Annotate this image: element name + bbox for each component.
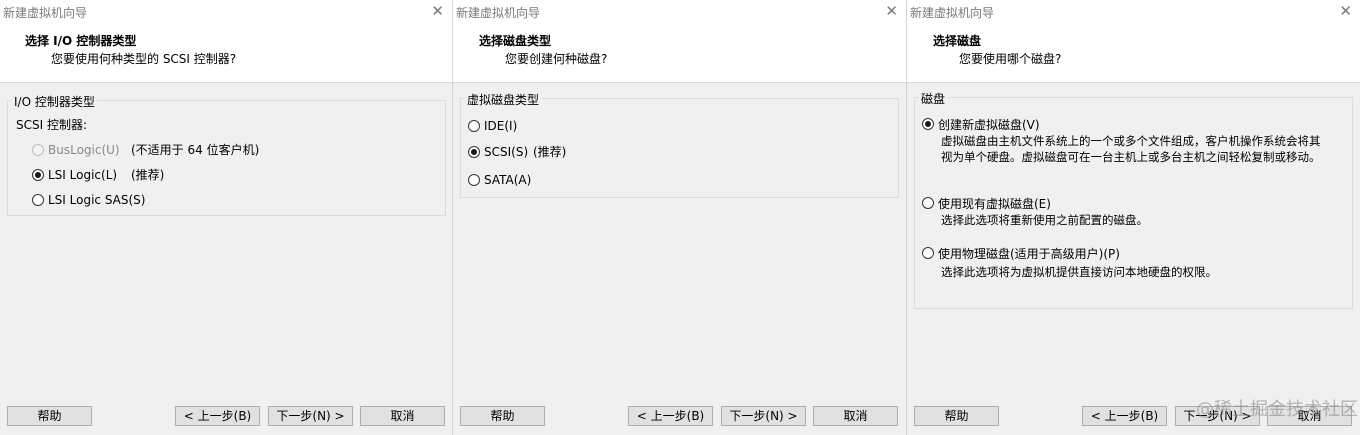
radio-existing-disk-label[interactable]: 使用现有虚拟磁盘(E)	[938, 195, 1051, 212]
wizard-window-select-disk: 新建虚拟机向导 ✕ 选择磁盘 您要使用哪个磁盘? 磁盘 创建新虚拟磁盘(V) 虚…	[907, 0, 1360, 435]
help-button[interactable]: 帮助	[460, 406, 545, 426]
next-button[interactable]: 下一步(N) >	[268, 406, 353, 426]
wizard-header: 选择磁盘 您要使用哪个磁盘?	[907, 23, 1360, 83]
wizard-window-disk-type: 新建虚拟机向导 ✕ 选择磁盘类型 您要创建何种磁盘? 虚拟磁盘类型 IDE(I)…	[453, 0, 907, 435]
radio-sata[interactable]	[468, 174, 480, 186]
radio-lsi-logic-sas-label[interactable]: LSI Logic SAS(S)	[48, 193, 145, 207]
group-label: I/O 控制器类型	[12, 93, 97, 110]
page-title: 选择磁盘类型	[479, 34, 552, 48]
watermark: @稀土掘金技术社区	[1196, 399, 1358, 420]
radio-scsi[interactable]	[468, 146, 480, 158]
cancel-button[interactable]: 取消	[813, 406, 898, 426]
radio-ide[interactable]	[468, 120, 480, 132]
wizard-header: 选择磁盘类型 您要创建何种磁盘?	[453, 23, 906, 83]
page-subtitle: 您要使用哪个磁盘?	[959, 52, 1062, 66]
close-icon[interactable]: ✕	[885, 2, 898, 20]
back-button[interactable]: < 上一步(B)	[175, 406, 260, 426]
window-title: 新建虚拟机向导	[456, 6, 541, 20]
help-button[interactable]: 帮助	[914, 406, 999, 426]
radio-physical-disk-label[interactable]: 使用物理磁盘(适用于高级用户)(P)	[938, 245, 1120, 262]
radio-lsi-logic-label[interactable]: LSI Logic(L)	[48, 168, 117, 182]
title-bar: 新建虚拟机向导 ✕	[453, 0, 906, 23]
radio-scsi-note: (推荐)	[533, 145, 567, 159]
wizard-window-io-controller: 新建虚拟机向导 ✕ 选择 I/O 控制器类型 您要使用何种类型的 SCSI 控制…	[0, 0, 453, 435]
back-button[interactable]: < 上一步(B)	[628, 406, 713, 426]
group-label: 虚拟磁盘类型	[465, 91, 542, 108]
radio-lsi-logic-note: (推荐)	[131, 168, 165, 182]
window-title: 新建虚拟机向导	[910, 6, 995, 20]
page-title: 选择磁盘	[933, 34, 982, 48]
radio-scsi-label[interactable]: SCSI(S)	[484, 145, 528, 159]
radio-create-new-disk-label[interactable]: 创建新虚拟磁盘(V)	[938, 116, 1040, 133]
radio-sata-label[interactable]: SATA(A)	[484, 173, 531, 187]
page-subtitle: 您要创建何种磁盘?	[505, 52, 608, 66]
existing-disk-description: 选择此选项将重新使用之前配置的磁盘。	[941, 213, 1148, 227]
radio-lsi-logic-sas[interactable]	[32, 194, 44, 206]
close-icon[interactable]: ✕	[431, 2, 444, 20]
radio-buslogic-label: BusLogic(U)	[48, 143, 120, 157]
close-icon[interactable]: ✕	[1339, 2, 1352, 20]
group-label: 磁盘	[919, 90, 948, 107]
window-title: 新建虚拟机向导	[3, 6, 88, 20]
cancel-button[interactable]: 取消	[360, 406, 445, 426]
title-bar: 新建虚拟机向导 ✕	[907, 0, 1360, 23]
physical-disk-description: 选择此选项将为虚拟机提供直接访问本地硬盘的权限。	[941, 265, 1217, 279]
radio-existing-disk[interactable]	[922, 197, 934, 209]
page-title: 选择 I/O 控制器类型	[25, 34, 137, 48]
radio-physical-disk[interactable]	[922, 247, 934, 259]
radio-buslogic[interactable]	[32, 144, 44, 156]
radio-ide-label[interactable]: IDE(I)	[484, 119, 517, 133]
create-new-disk-description-line1: 虚拟磁盘由主机文件系统上的一个或多个文件组成，客户机操作系统会将其	[941, 134, 1321, 148]
title-bar: 新建虚拟机向导 ✕	[0, 0, 452, 23]
scsi-controller-label: SCSI 控制器:	[16, 118, 88, 132]
next-button[interactable]: 下一步(N) >	[721, 406, 806, 426]
radio-create-new-disk[interactable]	[922, 118, 934, 130]
help-button[interactable]: 帮助	[7, 406, 92, 426]
page-subtitle: 您要使用何种类型的 SCSI 控制器?	[51, 52, 237, 66]
back-button[interactable]: < 上一步(B)	[1082, 406, 1167, 426]
radio-buslogic-note: (不适用于 64 位客户机)	[131, 143, 260, 157]
create-new-disk-description-line2: 视为单个硬盘。虚拟磁盘可在一台主机上或多台主机之间轻松复制或移动。	[941, 150, 1321, 164]
wizard-header: 选择 I/O 控制器类型 您要使用何种类型的 SCSI 控制器?	[0, 23, 452, 83]
radio-lsi-logic[interactable]	[32, 169, 44, 181]
